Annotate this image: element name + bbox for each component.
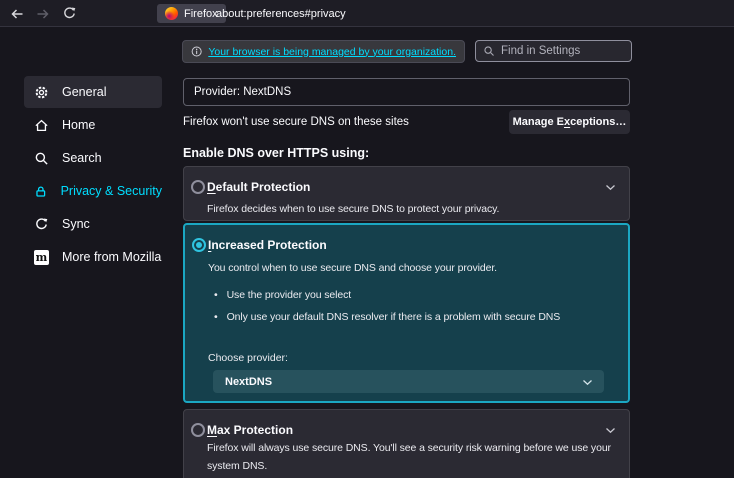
mozilla-icon: m <box>34 250 49 265</box>
option-default-protection[interactable]: Default Protection Firefox decides when … <box>183 166 630 221</box>
sidebar-item-label: More from Mozilla <box>62 250 161 264</box>
forward-arrow-icon <box>35 6 51 22</box>
reload-button[interactable] <box>56 0 82 27</box>
home-icon <box>34 118 49 133</box>
back-button[interactable] <box>4 0 30 27</box>
chevron-down-icon[interactable] <box>605 427 616 434</box>
sidebar-item-label: General <box>62 85 106 99</box>
increased-protection-title: Increased Protection <box>208 238 327 252</box>
max-protection-radio[interactable] <box>191 423 205 437</box>
settings-sidebar: General Home Search Privacy & Security <box>24 76 162 274</box>
firefox-logo-icon <box>165 7 178 20</box>
increased-bullet-2: Only use your default DNS resolver if th… <box>214 311 560 323</box>
chevron-down-icon <box>582 379 593 386</box>
provider-dropdown-value: NextDNS <box>225 376 272 388</box>
firefox-window: Firefox about:preferences#privacy Your b… <box>0 0 734 478</box>
search-icon <box>34 151 49 166</box>
max-protection-description-line1: Firefox will always use secure DNS. You'… <box>207 442 611 454</box>
dns-provider-status-box: Provider: NextDNS <box>183 78 630 106</box>
sidebar-item-label: Privacy & Security <box>61 184 162 198</box>
reload-icon <box>62 6 77 21</box>
provider-dropdown[interactable]: NextDNS <box>213 370 604 393</box>
sync-icon <box>34 217 49 232</box>
sidebar-item-label: Search <box>62 151 102 165</box>
option-max-protection[interactable]: Max Protection Firefox will always use s… <box>183 409 630 478</box>
lock-icon <box>34 184 48 199</box>
increased-protection-radio[interactable] <box>192 238 206 252</box>
default-protection-description: Firefox decides when to use secure DNS t… <box>207 203 499 215</box>
default-protection-title: Default Protection <box>207 180 310 194</box>
sidebar-item-more-from-mozilla[interactable]: m More from Mozilla <box>24 241 162 273</box>
forward-button[interactable] <box>30 0 56 27</box>
sidebar-item-general[interactable]: General <box>24 76 162 108</box>
sidebar-item-sync[interactable]: Sync <box>24 208 162 240</box>
option-increased-protection[interactable]: Increased Protection You control when to… <box>183 223 630 403</box>
max-protection-title: Max Protection <box>207 423 293 437</box>
max-protection-description-line2: system DNS. <box>207 460 267 472</box>
chevron-down-icon[interactable] <box>605 184 616 191</box>
gear-icon <box>34 85 49 100</box>
dns-settings-panel: Provider: NextDNS Firefox won't use secu… <box>183 0 630 478</box>
sidebar-item-privacy-security[interactable]: Privacy & Security <box>24 175 162 207</box>
back-arrow-icon <box>9 6 25 22</box>
sidebar-item-home[interactable]: Home <box>24 109 162 141</box>
choose-provider-label: Choose provider: <box>208 352 288 364</box>
manage-exceptions-button[interactable]: Manage Exceptions… <box>509 110 630 134</box>
increased-protection-description: You control when to use secure DNS and c… <box>208 262 497 274</box>
increased-bullet-1: Use the provider you select <box>214 289 351 301</box>
default-protection-radio[interactable] <box>191 180 205 194</box>
doh-section-heading: Enable DNS over HTTPS using: <box>183 146 369 160</box>
exceptions-description: Firefox won't use secure DNS on these si… <box>183 110 409 134</box>
sidebar-item-label: Home <box>62 118 95 132</box>
sidebar-item-search[interactable]: Search <box>24 142 162 174</box>
sidebar-item-label: Sync <box>62 217 90 231</box>
